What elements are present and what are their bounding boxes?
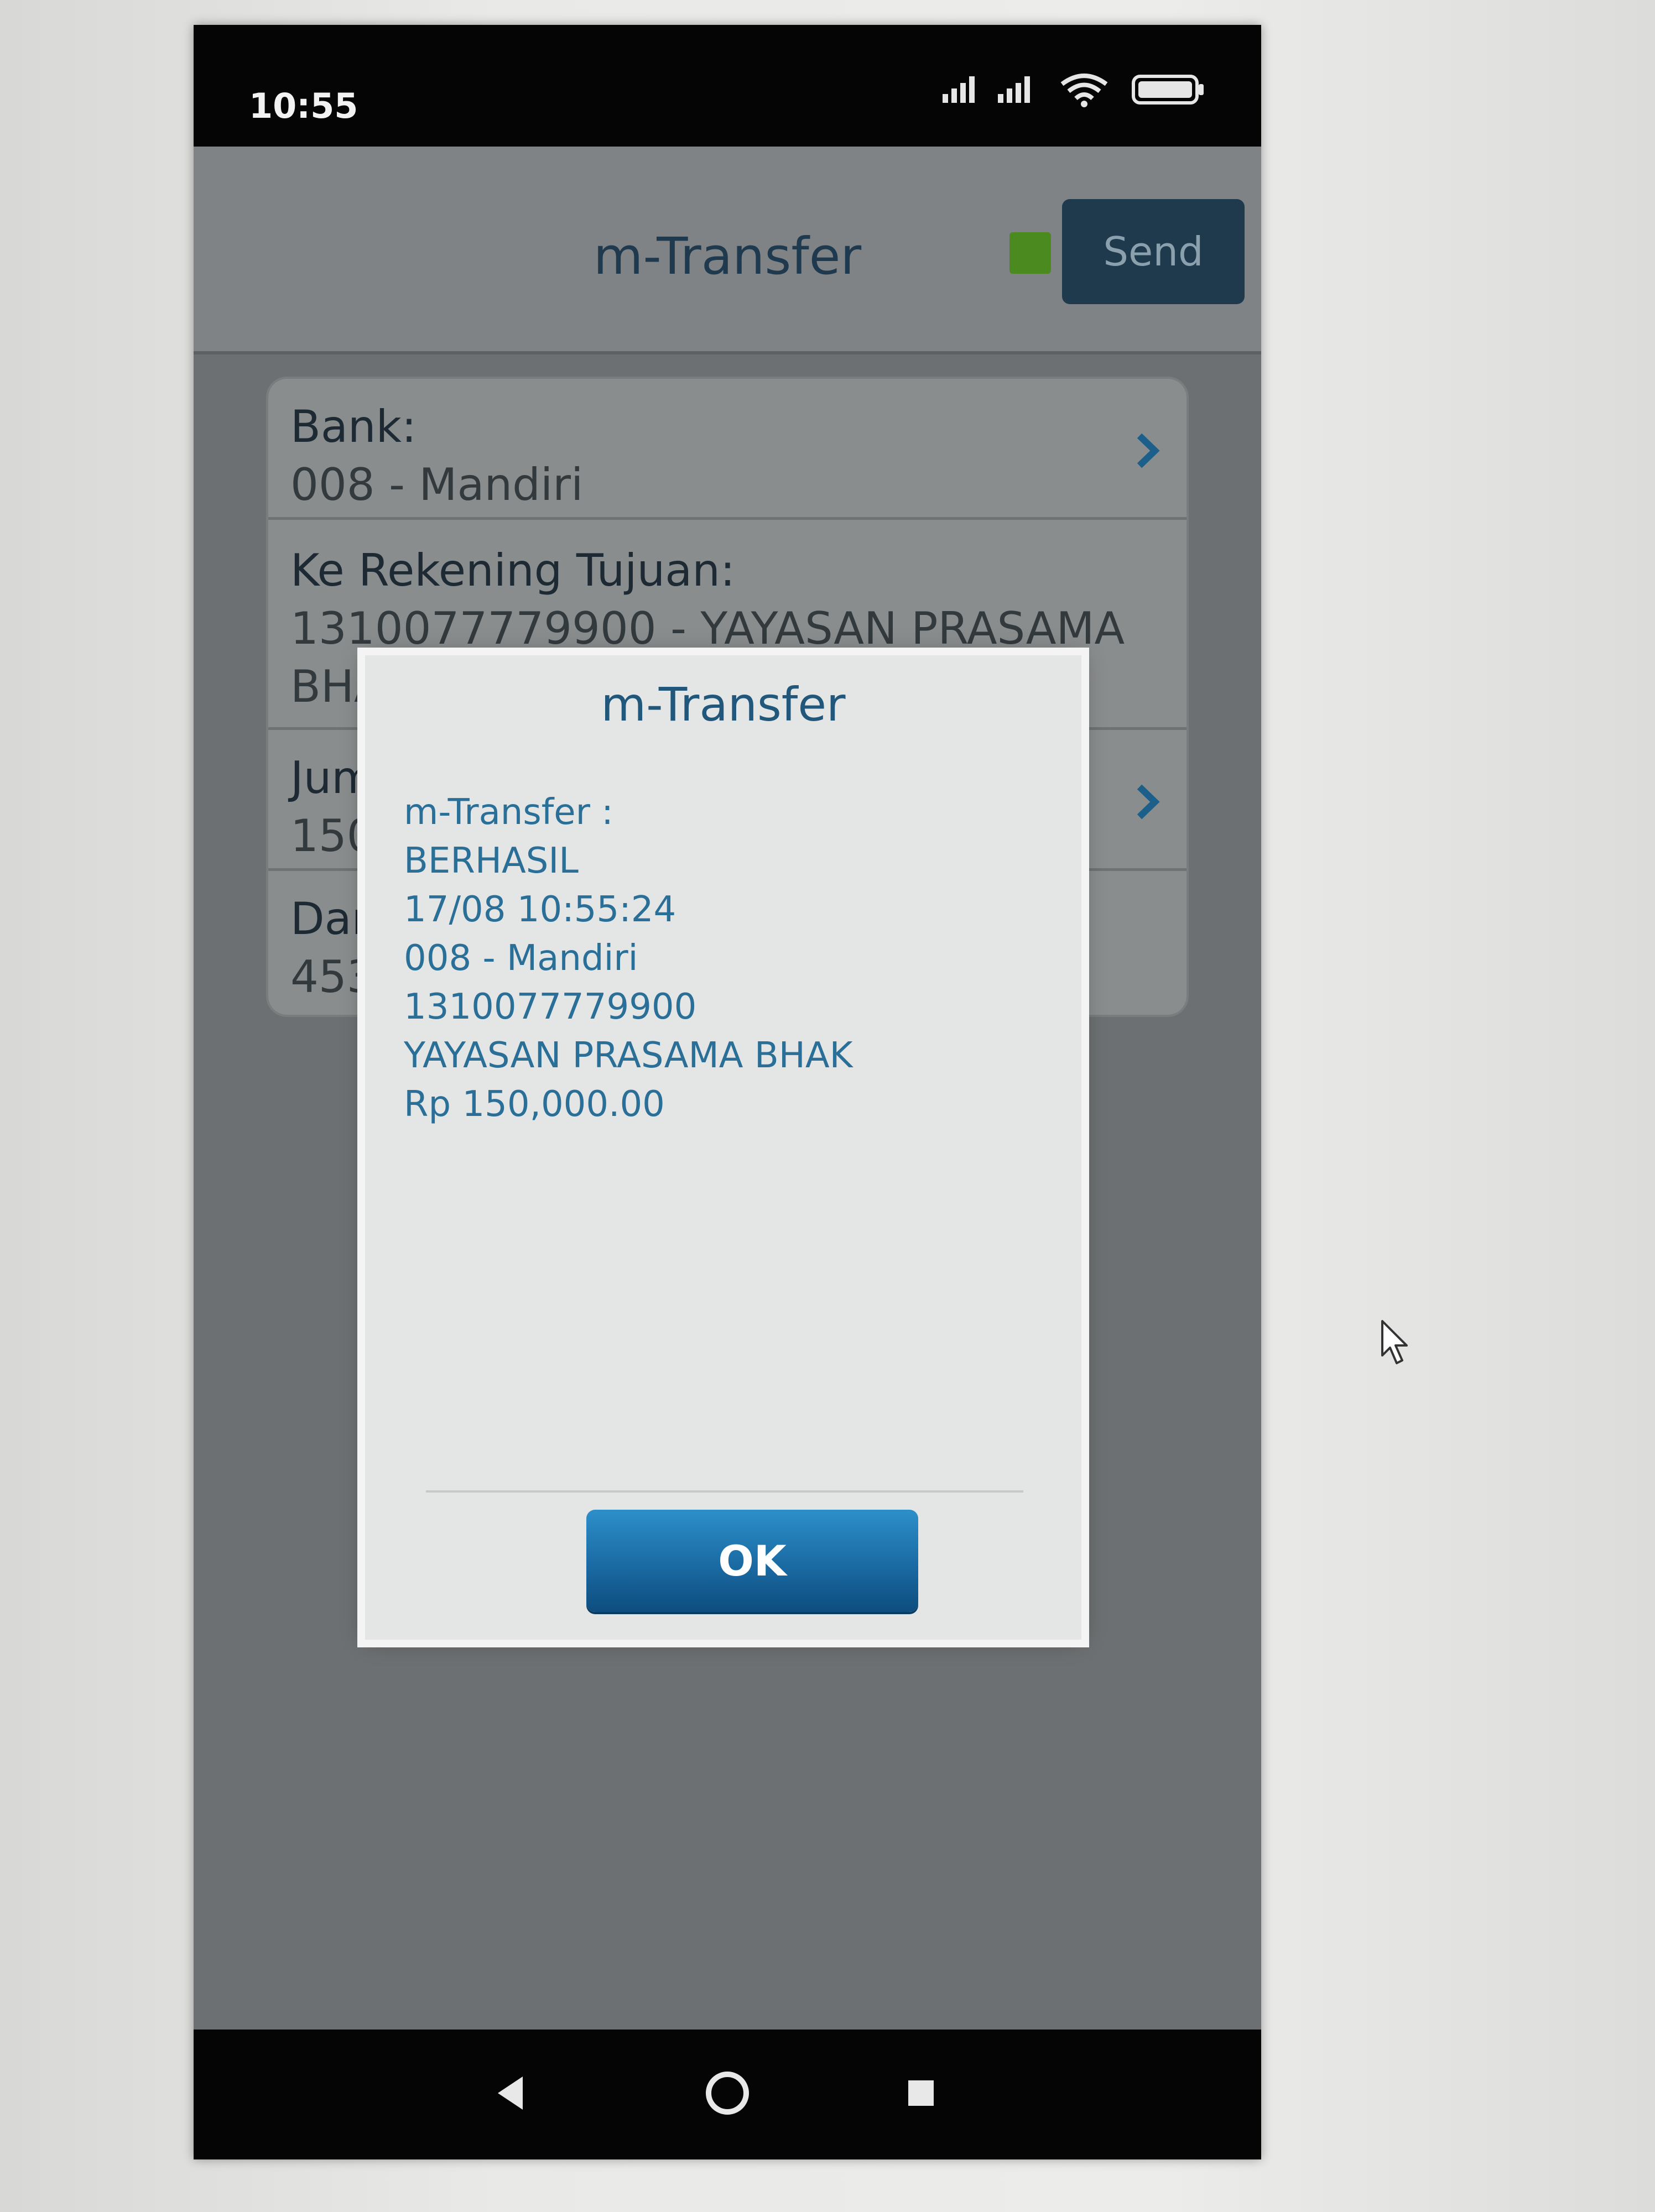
result-dialog: m-Transfer m-Transfer : BERHASIL 17/08 1… bbox=[365, 655, 1081, 1640]
status-bar: 10:55 bbox=[194, 25, 1261, 147]
amount-label: Jum bbox=[290, 752, 375, 804]
chevron-right-icon bbox=[1137, 784, 1160, 820]
message-line: 1310077779900 bbox=[404, 987, 697, 1027]
app-header: m-Transfer Send bbox=[194, 147, 1261, 354]
dialog-title: m-Transfer bbox=[601, 677, 846, 732]
ok-button[interactable]: OK bbox=[586, 1510, 918, 1612]
battery-icon bbox=[1132, 75, 1204, 105]
recents-icon[interactable] bbox=[896, 2068, 946, 2118]
navigation-bar bbox=[194, 2030, 1261, 2159]
bank-label: Bank: bbox=[290, 401, 417, 452]
form-row-bank[interactable]: Bank: 008 - Mandiri bbox=[268, 379, 1186, 520]
message-line: Rp 150,000.00 bbox=[404, 1084, 665, 1125]
bank-value: 008 - Mandiri bbox=[290, 459, 584, 510]
source-value: 453 bbox=[290, 951, 375, 1003]
amount-value: 150 bbox=[290, 810, 375, 862]
message-line: m-Transfer : bbox=[404, 792, 613, 833]
phone-screen: 10:55 m-Transfer Send Bank: 008 - Mandir… bbox=[194, 25, 1261, 2159]
dialog-message: m-Transfer : BERHASIL 17/08 10:55:24 008… bbox=[404, 788, 1040, 1129]
wifi-icon bbox=[1060, 74, 1108, 107]
back-icon[interactable] bbox=[487, 2068, 537, 2118]
message-line: 008 - Mandiri bbox=[404, 938, 638, 979]
mouse-pointer-icon bbox=[1381, 1320, 1408, 1364]
message-line: 17/08 10:55:24 bbox=[404, 889, 676, 930]
status-indicator bbox=[1009, 232, 1051, 274]
source-label: Dar bbox=[290, 893, 370, 945]
chevron-right-icon bbox=[1137, 433, 1160, 468]
destination-value: 1310077779900 - YAYASAN PRASAMA bbox=[290, 603, 1125, 654]
send-button[interactable]: Send bbox=[1062, 199, 1245, 304]
divider bbox=[426, 1490, 1023, 1493]
message-line: BERHASIL bbox=[404, 841, 579, 881]
message-line: YAYASAN PRASAMA BHAK bbox=[404, 1035, 853, 1076]
destination-label: Ke Rekening Tujuan: bbox=[290, 545, 735, 596]
status-time: 10:55 bbox=[249, 86, 358, 126]
home-icon[interactable] bbox=[702, 2068, 752, 2118]
signal-icon bbox=[943, 76, 975, 103]
signal-icon bbox=[998, 76, 1030, 103]
